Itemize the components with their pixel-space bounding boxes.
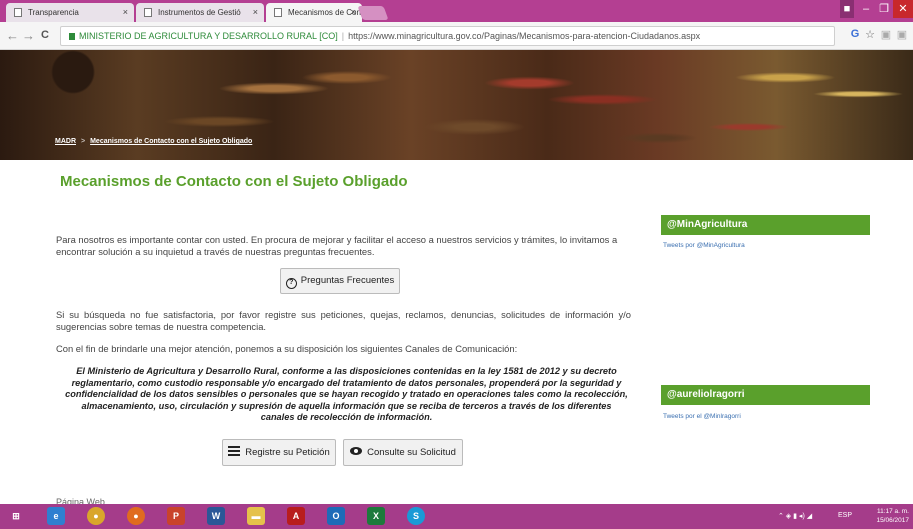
intro-paragraph: Para nosotros es importante contar con u… — [56, 234, 618, 257]
page-icon — [14, 8, 22, 17]
breadcrumb-separator: > — [81, 138, 86, 145]
star-icon[interactable]: ☆ — [863, 28, 877, 42]
extension-icon[interactable]: ▣ — [879, 28, 893, 42]
clock-date: 15/06/2017 — [876, 517, 909, 524]
close-tab-icon[interactable]: × — [123, 7, 128, 17]
address-bar[interactable]: MINISTERIO DE AGRICULTURA Y DESARROLLO R… — [60, 26, 835, 46]
extension-icon[interactable]: ▣ — [895, 28, 909, 42]
site-identity: MINISTERIO DE AGRICULTURA Y DESARROLLO R… — [79, 31, 338, 41]
system-tray-icons[interactable]: ⌃ ◈ ▮ ◂) ◢ — [778, 512, 812, 520]
question-icon: ? — [285, 278, 297, 289]
twitter-widget-title[interactable]: @MinAgricultura — [661, 215, 870, 235]
new-tab-button[interactable] — [357, 6, 389, 20]
channels-paragraph: Con el fin de brindarle una mejor atenci… — [56, 343, 518, 354]
forward-button[interactable]: → — [22, 28, 35, 43]
page-icon — [274, 8, 282, 17]
faq-button[interactable]: ? Preguntas Frecuentes — [280, 268, 400, 294]
reload-button[interactable]: C — [41, 29, 49, 41]
twitter-widget-link[interactable]: Tweets por @MinAgricultura — [663, 242, 745, 249]
language-indicator[interactable]: ESP — [838, 512, 852, 519]
consult-button-label: Consulte su Solicitud — [367, 447, 456, 458]
faq-button-label: Preguntas Frecuentes — [300, 275, 395, 286]
register-button-label: Registre su Petición — [245, 447, 330, 458]
minimize-button[interactable]: – — [858, 0, 874, 18]
tab-mecanismos[interactable]: Mecanismos de Contact × — [266, 3, 362, 22]
clock-time: 11:17 a. m. — [876, 508, 909, 515]
back-button[interactable]: ← — [6, 28, 19, 43]
page-title: Mecanismos de Contacto con el Sujeto Obl… — [60, 173, 408, 190]
chrome-icon[interactable]: ● — [87, 507, 105, 525]
close-window-button[interactable]: ✕ — [893, 0, 913, 18]
ie-icon[interactable]: e — [47, 507, 65, 525]
tab-label: Transparencia — [28, 8, 79, 17]
tab-transparencia[interactable]: Transparencia × — [6, 3, 134, 22]
page-icon — [144, 8, 152, 17]
breadcrumb-home-link[interactable]: MADR — [55, 138, 76, 145]
consult-request-button[interactable]: Consulte su Solicitud — [343, 439, 463, 466]
twitter-widget-title[interactable]: @aureliolragorri — [661, 385, 870, 405]
breadcrumb-current[interactable]: Mecanismos de Contacto con el Sujeto Obl… — [90, 138, 252, 145]
eye-icon — [350, 447, 363, 455]
clock[interactable]: 11:17 a. m. 15/06/2017 — [876, 507, 909, 525]
translate-icon[interactable]: G — [848, 28, 862, 42]
list-icon — [228, 446, 241, 456]
twitter-widget-link[interactable]: Tweets por el @Minlragorri — [663, 413, 741, 420]
outlook-icon[interactable]: O — [327, 507, 345, 525]
acrobat-icon[interactable]: A — [287, 507, 305, 525]
tab-label: Instrumentos de Gestió — [158, 8, 241, 17]
register-petition-button[interactable]: Registre su Petición — [222, 439, 336, 466]
close-tab-icon[interactable]: × — [253, 7, 258, 17]
tab-instrumentos[interactable]: Instrumentos de Gestió × — [136, 3, 264, 22]
excel-icon[interactable]: X — [367, 507, 385, 525]
windows-taskbar: ⊞ e ● ● P W ▬ A O X S ⌃ ◈ ▮ ◂) ◢ ESP 11:… — [0, 504, 913, 529]
register-paragraph: Si su búsqueda no fue satisfactoria, por… — [56, 309, 631, 332]
user-profile-icon[interactable]: ■ — [840, 0, 854, 18]
powerpoint-icon[interactable]: P — [167, 507, 185, 525]
maximize-button[interactable]: ❐ — [876, 0, 892, 18]
lock-icon — [69, 33, 75, 40]
url-text: https://www.minagricultura.gov.co/Pagina… — [348, 31, 701, 41]
browser-tab-strip: Transparencia × Instrumentos de Gestió ×… — [0, 0, 913, 22]
folder-icon[interactable]: ▬ — [247, 507, 265, 525]
word-icon[interactable]: W — [207, 507, 225, 525]
close-tab-icon[interactable]: × — [351, 7, 356, 17]
data-protection-notice: El Ministerio de Agricultura y Desarroll… — [65, 366, 628, 422]
browser-toolbar: ← → C MINISTERIO DE AGRICULTURA Y DESARR… — [0, 22, 913, 50]
firefox-icon[interactable]: ● — [127, 507, 145, 525]
start-icon[interactable]: ⊞ — [7, 507, 25, 525]
skype-icon[interactable]: S — [407, 507, 425, 525]
breadcrumb: MADR > Mecanismos de Contacto con el Sujet… — [55, 138, 252, 145]
